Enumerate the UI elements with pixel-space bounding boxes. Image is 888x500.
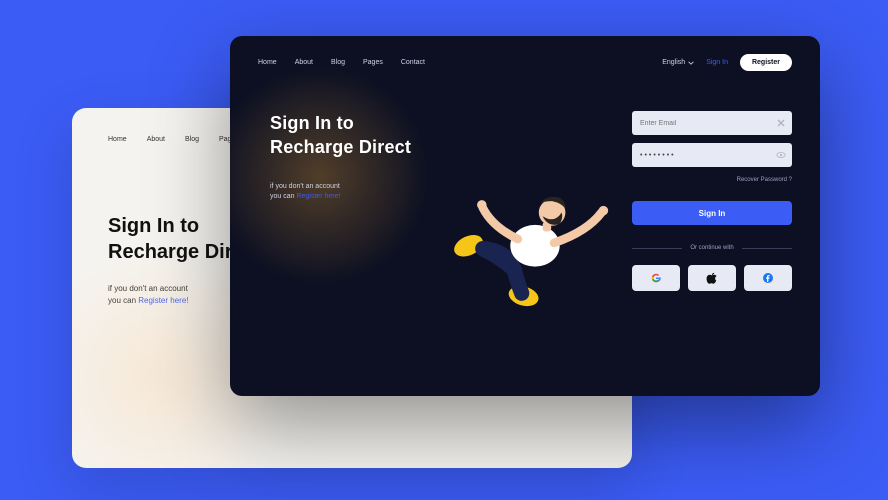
social-buttons <box>632 265 792 291</box>
nav-home-dark[interactable]: Home <box>258 59 277 66</box>
card-dark: Home About Blog Pages Contact English Si… <box>230 36 820 396</box>
email-field-wrap <box>632 111 792 135</box>
signin-link[interactable]: Sign In <box>706 59 728 66</box>
facebook-icon <box>762 272 774 284</box>
divider-line <box>632 248 682 249</box>
apple-icon <box>706 272 718 284</box>
close-icon[interactable] <box>776 118 786 128</box>
nav-home[interactable]: Home <box>108 136 127 143</box>
social-divider: Or continue with <box>632 245 792 251</box>
register-link-dark[interactable]: Register here! <box>296 193 340 200</box>
register-button[interactable]: Register <box>740 54 792 71</box>
email-input[interactable] <box>632 111 792 135</box>
signin-button[interactable]: Sign In <box>632 201 792 225</box>
header-actions: English Sign In Register <box>662 54 792 71</box>
apple-button[interactable] <box>688 265 736 291</box>
hero-dark: Sign In to Recharge Direct if you don't … <box>270 111 470 363</box>
nav-about[interactable]: About <box>147 136 165 143</box>
google-icon <box>650 272 662 284</box>
chevron-down-icon <box>688 60 694 66</box>
signin-form: Recover Password ? Sign In Or continue w… <box>632 111 792 363</box>
hero-sub-dark: if you don't an account you can Register… <box>270 182 470 204</box>
nav-contact-dark[interactable]: Contact <box>401 59 425 66</box>
header-dark: Home About Blog Pages Contact English Si… <box>230 36 820 71</box>
google-button[interactable] <box>632 265 680 291</box>
eye-icon[interactable] <box>776 150 786 160</box>
password-field-wrap <box>632 143 792 167</box>
register-link-light[interactable]: Register here! <box>138 296 188 305</box>
hero-title-dark: Sign In to Recharge Direct <box>270 111 470 160</box>
nav-pages-dark[interactable]: Pages <box>363 59 383 66</box>
nav-about-dark[interactable]: About <box>295 59 313 66</box>
recover-password-link[interactable]: Recover Password ? <box>632 177 792 183</box>
nav-blog-dark[interactable]: Blog <box>331 59 345 66</box>
facebook-button[interactable] <box>744 265 792 291</box>
password-input[interactable] <box>632 143 792 167</box>
divider-line <box>742 248 792 249</box>
divider-text: Or continue with <box>690 245 733 251</box>
nav-blog[interactable]: Blog <box>185 136 199 143</box>
nav-dark: Home About Blog Pages Contact <box>258 59 425 66</box>
language-select[interactable]: English <box>662 59 694 66</box>
